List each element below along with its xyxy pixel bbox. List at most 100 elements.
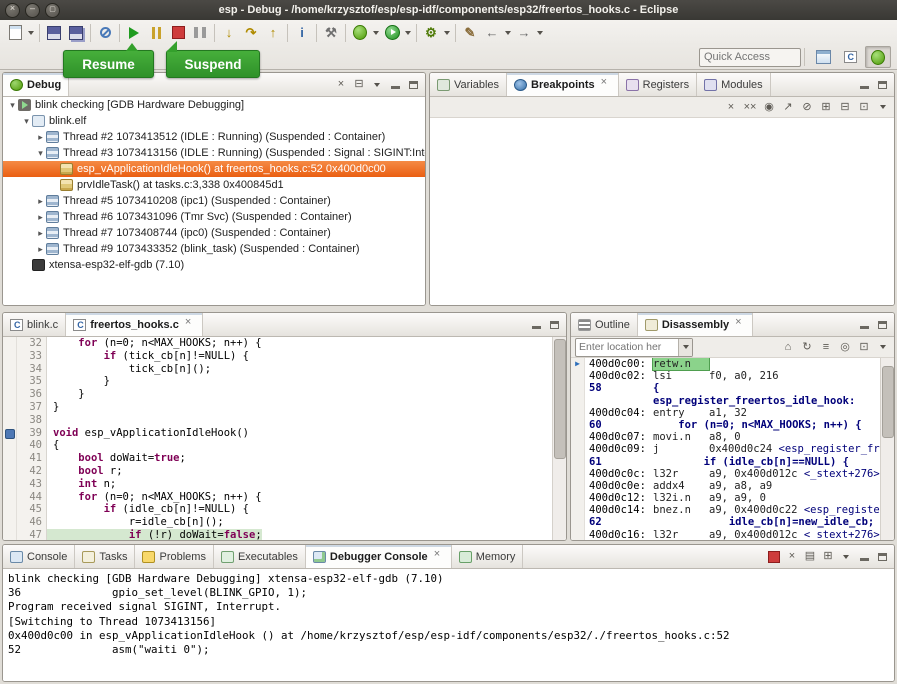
- close-tab-icon[interactable]: [185, 320, 195, 330]
- annotation-ruler-cell[interactable]: [3, 478, 17, 491]
- close-tab-icon[interactable]: [735, 320, 745, 330]
- annotation-ruler-cell[interactable]: [3, 388, 17, 401]
- close-tab-icon[interactable]: [601, 80, 611, 90]
- editor-body[interactable]: 32 for (n=0; n<MAX_HOOKS; n++) {33 if (t…: [3, 337, 566, 541]
- tree-collapsed-arrow[interactable]: ▸: [35, 228, 46, 239]
- clear-console[interactable]: ▤: [803, 549, 817, 565]
- remove-all-terminated[interactable]: ×: [334, 77, 348, 93]
- disassembly-line[interactable]: 58{: [571, 382, 881, 394]
- disassembly-body[interactable]: ▶400d0c00:retw.n400d0c02:lsif0, a0, 2165…: [571, 358, 894, 541]
- save-button[interactable]: [43, 23, 65, 43]
- debug-tree[interactable]: ▾blink checking [GDB Hardware Debugging]…: [3, 97, 425, 306]
- back-menu-button[interactable]: [503, 23, 513, 43]
- minimize[interactable]: [857, 317, 871, 333]
- remove-launch[interactable]: ×: [785, 549, 799, 565]
- disconnect-button[interactable]: [189, 23, 211, 43]
- annotation-ruler-cell[interactable]: [3, 465, 17, 478]
- tab-registers[interactable]: Registers: [619, 73, 697, 96]
- disassembly-line[interactable]: 400d0c16:l32ra9, 0x400d012c <_stext+276>: [571, 529, 881, 541]
- resume-button[interactable]: [123, 23, 145, 43]
- tab-debugger-console[interactable]: Debugger Console: [306, 545, 452, 568]
- tree-collapsed-arrow[interactable]: ▸: [35, 196, 46, 207]
- code-line[interactable]: 35 }: [3, 375, 553, 388]
- go-to-file-for-breakpoint[interactable]: ↗: [781, 99, 795, 115]
- maximize-window-icon[interactable]: [45, 3, 60, 18]
- breakpoints-list-empty[interactable]: [430, 118, 894, 306]
- disassembly-line[interactable]: 60 for (n=0; n<MAX_HOOKS; n++) {: [571, 419, 881, 431]
- show-source[interactable]: ≡: [819, 339, 833, 355]
- track-expression[interactable]: ◎: [838, 339, 852, 355]
- tab-breakpoints[interactable]: Breakpoints: [507, 73, 619, 96]
- view-menu[interactable]: [370, 77, 384, 93]
- code-line[interactable]: 37}: [3, 401, 553, 414]
- disassembly-line[interactable]: 400d0c04:entrya1, 32: [571, 407, 881, 419]
- refresh-view[interactable]: ↻: [800, 339, 814, 355]
- cpp-perspective-button[interactable]: [838, 47, 862, 67]
- disassembly-line[interactable]: ▶400d0c00:retw.n: [571, 358, 881, 370]
- quick-access-input[interactable]: [699, 48, 801, 67]
- minimize[interactable]: [857, 549, 871, 565]
- annotation-ruler-cell[interactable]: [3, 427, 17, 440]
- remove-all-breakpoints[interactable]: ××: [743, 99, 757, 115]
- minimize[interactable]: [529, 317, 543, 333]
- code-line[interactable]: 32 for (n=0; n<MAX_HOOKS; n++) {: [3, 337, 553, 350]
- code-line[interactable]: 46 r=idle_cb[n]();: [3, 516, 553, 529]
- code-line[interactable]: 33 if (tick_cb[n]!=NULL) {: [3, 350, 553, 363]
- collapse-all[interactable]: ⊟: [352, 77, 366, 93]
- tab-disassembly[interactable]: Disassembly: [638, 313, 753, 336]
- disassembly-area[interactable]: ▶400d0c00:retw.n400d0c02:lsif0, a0, 2165…: [571, 358, 881, 541]
- close-window-icon[interactable]: [5, 3, 20, 18]
- debug-button[interactable]: [349, 23, 371, 43]
- disassembly-line[interactable]: 400d0c12:l32i.na9, a9, 0: [571, 492, 881, 504]
- editor-scrollbar-thumb[interactable]: [554, 339, 566, 459]
- tab-variables[interactable]: Variables: [430, 73, 507, 96]
- step-over-button[interactable]: ↷: [240, 23, 262, 43]
- new-menu-button[interactable]: [26, 23, 36, 43]
- code-line[interactable]: 40{: [3, 439, 553, 452]
- open-perspective-button[interactable]: [811, 47, 835, 67]
- new-button[interactable]: [4, 23, 26, 43]
- debug-tree-item[interactable]: xtensa-esp32-elf-gdb (7.10): [3, 257, 425, 273]
- annotation-ruler-cell[interactable]: [3, 439, 17, 452]
- code-line[interactable]: 38: [3, 414, 553, 427]
- home[interactable]: ⌂: [781, 339, 795, 355]
- tab-freertos-hooks-c[interactable]: freertos_hooks.c: [66, 313, 203, 336]
- show-breakpoints-supported-by-target[interactable]: ◉: [762, 99, 776, 115]
- disassembly-line[interactable]: 400d0c14:bnez.na9, 0x400d0c22 <esp_regis…: [571, 504, 881, 516]
- instruction-stepping-mode-button[interactable]: i: [291, 23, 313, 43]
- maximize[interactable]: [406, 77, 420, 93]
- disassembly-line[interactable]: 61 if (idle_cb[n]==NULL) {: [571, 456, 881, 468]
- code-line[interactable]: 45 if (idle_cb[n]!=NULL) {: [3, 503, 553, 516]
- tab-blink-c[interactable]: blink.c: [3, 313, 66, 336]
- annotation-ruler-cell[interactable]: [3, 375, 17, 388]
- tab-memory[interactable]: Memory: [452, 545, 524, 568]
- code-line[interactable]: 47 if (!r) doWait=false;: [3, 529, 553, 541]
- maximize[interactable]: [547, 317, 561, 333]
- location-input[interactable]: [576, 340, 678, 355]
- link-with-debug-view[interactable]: ⊡: [857, 99, 871, 115]
- code-line[interactable]: 43 int n;: [3, 478, 553, 491]
- forward-button[interactable]: →: [513, 23, 535, 43]
- disassembly-line[interactable]: 400d0c0e:addx4a9, a8, a9: [571, 480, 881, 492]
- disassembly-scrollbar[interactable]: [880, 358, 894, 541]
- debug-tree-item[interactable]: ▸Thread #9 1073433352 (blink_task) (Susp…: [3, 241, 425, 257]
- back-button[interactable]: ←: [481, 23, 503, 43]
- debug-tree-item[interactable]: esp_vApplicationIdleHook() at freertos_h…: [3, 161, 425, 177]
- annotation-ruler-cell[interactable]: [3, 529, 17, 541]
- tree-expanded-arrow[interactable]: ▾: [35, 148, 46, 159]
- code-line[interactable]: 36 }: [3, 388, 553, 401]
- tree-collapsed-arrow[interactable]: ▸: [35, 132, 46, 143]
- console-output[interactable]: blink checking [GDB Hardware Debugging] …: [3, 569, 894, 682]
- disassembly-line[interactable]: esp_register_freertos_idle_hook:: [571, 395, 881, 407]
- annotation-ruler-cell[interactable]: [3, 491, 17, 504]
- code-line[interactable]: 41 bool doWait=true;: [3, 452, 553, 465]
- annotation-ruler-cell[interactable]: [3, 401, 17, 414]
- code-line[interactable]: 42 bool r;: [3, 465, 553, 478]
- code-line[interactable]: 39void esp_vApplicationIdleHook(): [3, 427, 553, 440]
- debug-tree-item[interactable]: ▸Thread #5 1073410208 (ipc1) (Suspended …: [3, 193, 425, 209]
- tree-expanded-arrow[interactable]: ▾: [21, 116, 32, 127]
- last-edit-location-button[interactable]: ✎: [459, 23, 481, 43]
- save-all-button[interactable]: [65, 23, 87, 43]
- disassembly-scrollbar-thumb[interactable]: [882, 366, 894, 438]
- step-into-button[interactable]: ↓: [218, 23, 240, 43]
